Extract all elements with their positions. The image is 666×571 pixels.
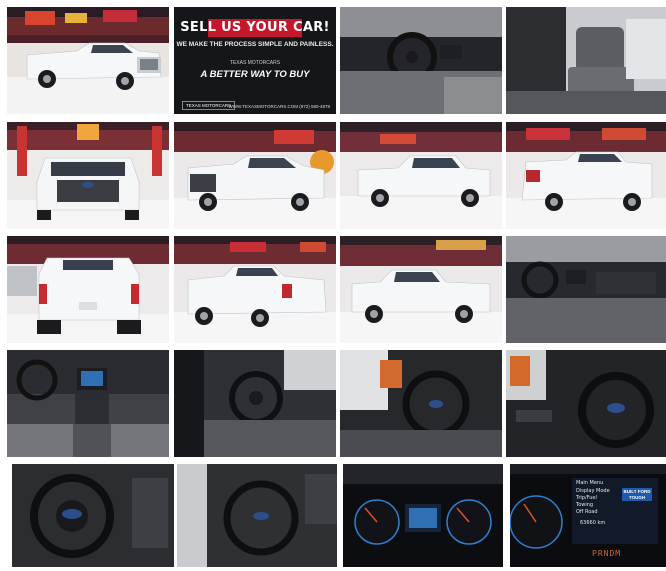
truck-image	[7, 236, 169, 343]
photo-interior-passenger-dash[interactable]	[506, 236, 666, 343]
photo-sell-your-car-ad[interactable]: SELL US YOUR CAR! WE MAKE THE PROCESS SI…	[174, 7, 336, 114]
interior-image	[506, 350, 666, 457]
ad-headline: SELL US YOUR CAR!	[180, 20, 330, 35]
interior-image	[174, 350, 336, 457]
ad-subline: WE MAKE THE PROCESS SIMPLE AND PAINLESS.	[176, 41, 334, 48]
photo-steering-wheel-angled[interactable]	[177, 464, 337, 567]
cluster-menu-item: Towing	[576, 502, 594, 508]
photo-truck-front[interactable]	[7, 122, 169, 229]
ad-logo: TEXAS MOTORCARS	[182, 101, 236, 110]
interior-image	[340, 7, 502, 114]
interior-image	[506, 236, 666, 343]
ad-tagline: A BETTER WAY TO BUY	[200, 69, 310, 80]
built-ford-tough-badge: BUILT FORD TOUGH	[622, 488, 652, 501]
truck-image	[506, 122, 666, 229]
truck-image	[7, 7, 169, 114]
photo-truck-rear[interactable]	[7, 236, 169, 343]
photo-truck-front-quarter[interactable]	[174, 122, 336, 229]
truck-image	[174, 122, 336, 229]
gear-indicator: PRNDM	[592, 549, 622, 558]
ad-footer: WWW.TEXASMOTORCARS.COM (972) 580-4878	[228, 104, 330, 109]
cluster-menu-item: Off Road	[576, 509, 598, 515]
cluster-menu-item: Display Mode	[576, 488, 610, 494]
photo-interior-front-seats[interactable]	[506, 7, 666, 114]
ad-brand-line: TEXAS MOTORCARS	[229, 60, 281, 66]
truck-image	[340, 122, 502, 229]
photo-dashboard-center-console[interactable]	[7, 350, 169, 457]
photo-truck-front-three-quarter[interactable]	[7, 7, 169, 114]
photo-truck-left-profile[interactable]	[340, 236, 502, 343]
interior-image	[506, 7, 666, 114]
photo-steering-wheel-side[interactable]	[340, 350, 502, 457]
photo-interior-driver-dash[interactable]	[340, 7, 502, 114]
photo-interior-driver-door[interactable]	[174, 350, 336, 457]
interior-image	[340, 350, 502, 457]
truck-image	[340, 236, 502, 343]
cluster-menu-item: Trip/Fuel	[576, 495, 597, 501]
cluster-odometer: 63660 km	[580, 520, 606, 526]
truck-image	[174, 236, 336, 343]
cluster-image	[343, 464, 503, 567]
photo-steering-wheel-close[interactable]	[506, 350, 666, 457]
photo-truck-side-profile[interactable]	[340, 122, 502, 229]
photo-gallery: SELL US YOUR CAR! WE MAKE THE PROCESS SI…	[0, 0, 666, 571]
photo-truck-rear-quarter-left[interactable]	[174, 236, 336, 343]
photo-steering-wheel-front[interactable]	[12, 464, 174, 567]
truck-image	[7, 122, 169, 229]
interior-image	[7, 350, 169, 457]
photo-instrument-cluster[interactable]	[343, 464, 503, 567]
photo-cluster-menu-display[interactable]: Main Menu Display Mode Trip/Fuel Towing …	[510, 464, 666, 567]
cluster-menu-title: Main Menu	[576, 480, 604, 486]
photo-truck-rear-quarter[interactable]	[506, 122, 666, 229]
interior-image	[12, 464, 174, 567]
interior-image	[177, 464, 337, 567]
